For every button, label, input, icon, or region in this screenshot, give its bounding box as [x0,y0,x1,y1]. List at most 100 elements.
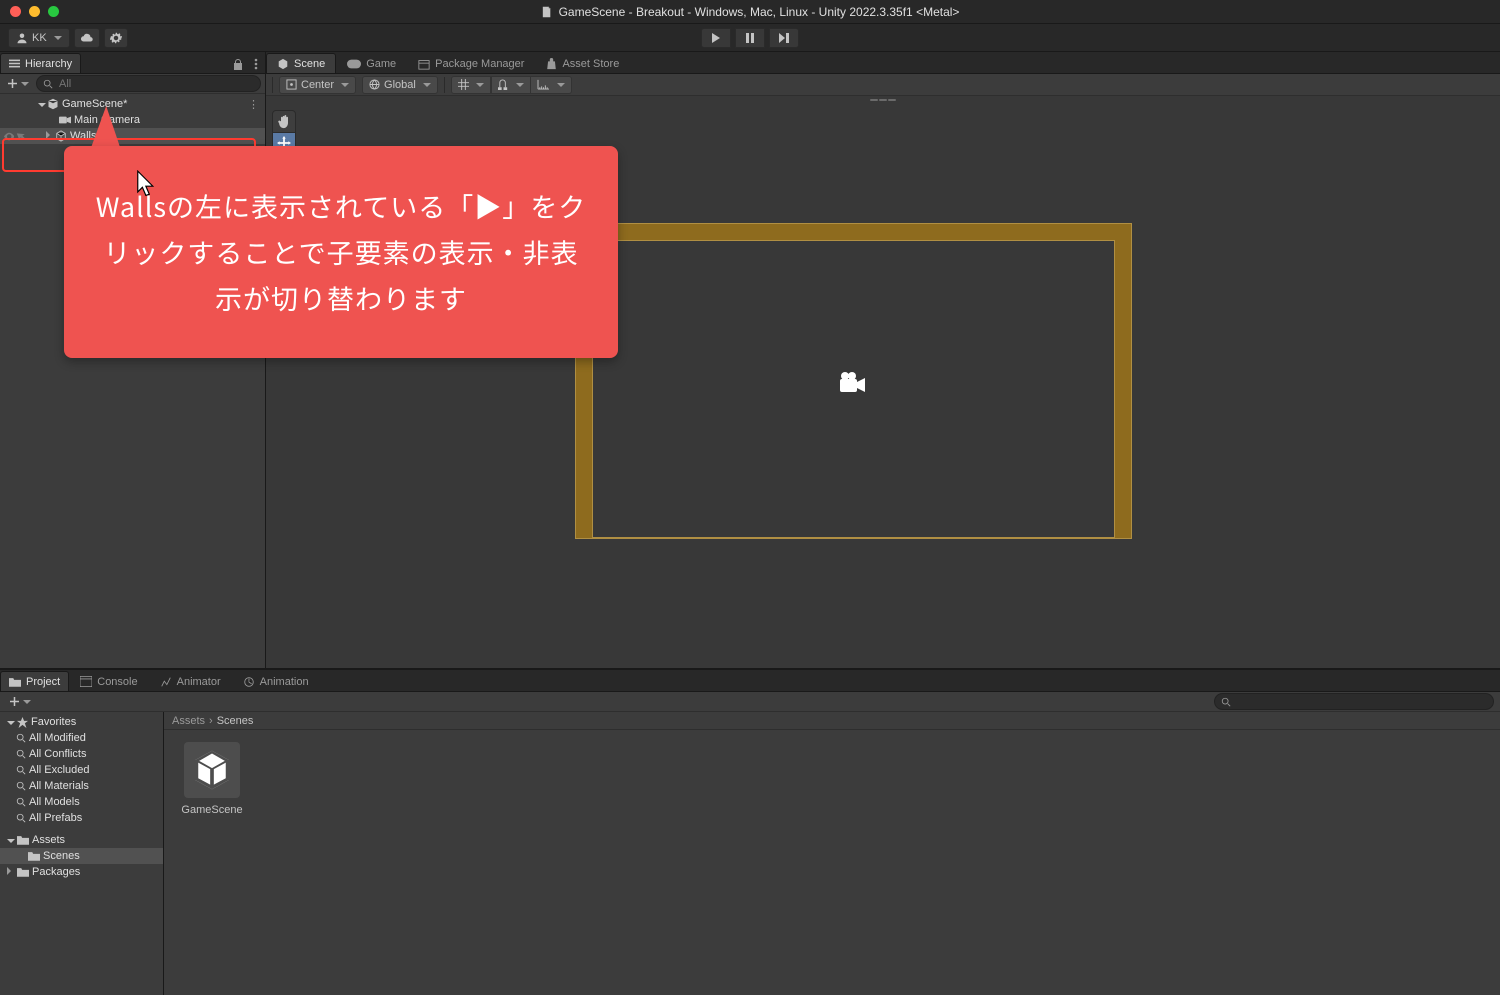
star-icon [17,717,28,728]
step-button[interactable] [769,28,799,48]
favorites-label: Favorites [31,716,76,728]
favorite-label: All Excluded [29,764,90,776]
favorite-item[interactable]: All Conflicts [0,746,163,762]
hierarchy-search[interactable] [36,75,261,92]
snap-increment-button[interactable] [491,76,531,94]
plus-icon [7,78,18,89]
plus-icon [9,696,20,707]
favorite-label: All Modified [29,732,86,744]
overlay-drag-handle[interactable] [870,99,896,102]
grid-icon [458,79,469,90]
scene-icon [277,58,289,70]
tab-label: Asset Store [562,58,619,70]
grid-snap-button[interactable] [451,76,491,94]
gamepad-icon [347,59,361,69]
folder-icon [9,677,21,687]
handle-rotation-button[interactable]: Global [362,76,438,94]
hierarchy-tab[interactable]: Hierarchy [0,53,81,73]
project-search-input[interactable] [1235,695,1487,709]
snap-icon [498,79,509,90]
main-camera-gizmo[interactable] [838,372,866,394]
account-button[interactable]: KK [8,28,70,48]
scene-view-panel: Scene Game Package Manager Asset Store C… [266,52,1500,668]
search-icon [1221,697,1231,707]
play-button[interactable] [701,28,731,48]
foldout-icon[interactable] [34,98,46,110]
cloud-button[interactable] [74,28,100,48]
tab-animation[interactable]: Animation [232,671,320,691]
tab-project[interactable]: Project [0,671,69,691]
tab-console[interactable]: Console [69,671,148,691]
chevron-down-icon [557,83,565,87]
window-title-text: GameScene - Breakout - Windows, Mac, Lin… [559,5,960,19]
assets-label: Assets [32,834,65,846]
visibility-toggles[interactable] [0,132,26,141]
chevron-down-icon [54,36,62,40]
project-search[interactable] [1214,693,1494,710]
favorite-item[interactable]: All Modified [0,730,163,746]
breadcrumb[interactable]: Assets › Scenes [164,712,1500,730]
project-create-button[interactable] [6,696,34,707]
favorite-item[interactable]: All Excluded [0,762,163,778]
asset-grid[interactable]: GameScene [164,730,1500,995]
cloud-icon [80,32,94,44]
globe-icon [369,79,380,90]
increment-icon [537,79,550,90]
close-window-button[interactable] [10,6,21,17]
search-icon [16,765,26,775]
pause-icon [746,33,754,43]
pivot-mode-button[interactable]: Center [279,76,356,94]
project-toolbar [0,692,1500,712]
hand-icon [278,115,291,129]
folder-icon [17,867,29,877]
zoom-window-button[interactable] [48,6,59,17]
snap-settings-button[interactable] [531,76,572,94]
tab-label: Game [366,58,396,70]
play-controls [701,28,799,48]
packages-heading[interactable]: Packages [0,864,163,880]
favorite-label: All Materials [29,780,89,792]
hierarchy-search-input[interactable] [57,77,254,91]
annotation-callout: Wallsの左に表示されている「▶」をクリックすることで子要素の表示・非表示が切… [64,146,618,358]
hierarchy-tab-label: Hierarchy [25,58,72,70]
scene-toolbar: Center Global [266,74,1500,96]
breadcrumb-item[interactable]: Scenes [217,715,254,727]
favorite-item[interactable]: All Prefabs [0,810,163,826]
tab-game[interactable]: Game [336,53,407,73]
minimize-window-button[interactable] [29,6,40,17]
store-icon [546,58,557,70]
separator [272,77,273,93]
folder-scenes[interactable]: Scenes [0,848,163,864]
window-title: GameScene - Breakout - Windows, Mac, Lin… [541,5,960,19]
scene-menu-button[interactable]: ⋮ [248,98,259,111]
pause-button[interactable] [735,28,765,48]
tab-package-manager[interactable]: Package Manager [407,53,535,73]
assets-heading[interactable]: Assets [0,832,163,848]
user-icon [16,32,28,44]
tab-asset-store[interactable]: Asset Store [535,53,630,73]
create-button[interactable] [4,78,32,89]
panel-menu-button[interactable] [247,55,265,73]
favorite-item[interactable]: All Models [0,794,163,810]
camera-icon [838,372,866,394]
tab-animator[interactable]: Animator [149,671,232,691]
tab-label: Project [26,676,60,688]
asset-label: GameScene [181,804,242,816]
project-tree[interactable]: Favorites All Modified All Conflicts All… [0,712,164,995]
lock-button[interactable] [229,55,247,73]
tab-label: Package Manager [435,58,524,70]
breadcrumb-item[interactable]: Assets [172,715,205,727]
project-body: Favorites All Modified All Conflicts All… [0,712,1500,995]
breadcrumb-separator: › [209,715,213,727]
search-icon [16,781,26,791]
animation-icon [243,676,255,688]
favorite-item[interactable]: All Materials [0,778,163,794]
tab-scene[interactable]: Scene [266,53,336,73]
hierarchy-icon [9,58,20,69]
foldout-icon[interactable] [42,130,54,142]
favorites-heading[interactable]: Favorites [0,714,163,730]
hand-tool-button[interactable] [273,111,295,132]
settings-button[interactable] [104,28,128,48]
hierarchy-toolbar [0,74,265,94]
asset-item-gamescene[interactable]: GameScene [176,742,248,816]
